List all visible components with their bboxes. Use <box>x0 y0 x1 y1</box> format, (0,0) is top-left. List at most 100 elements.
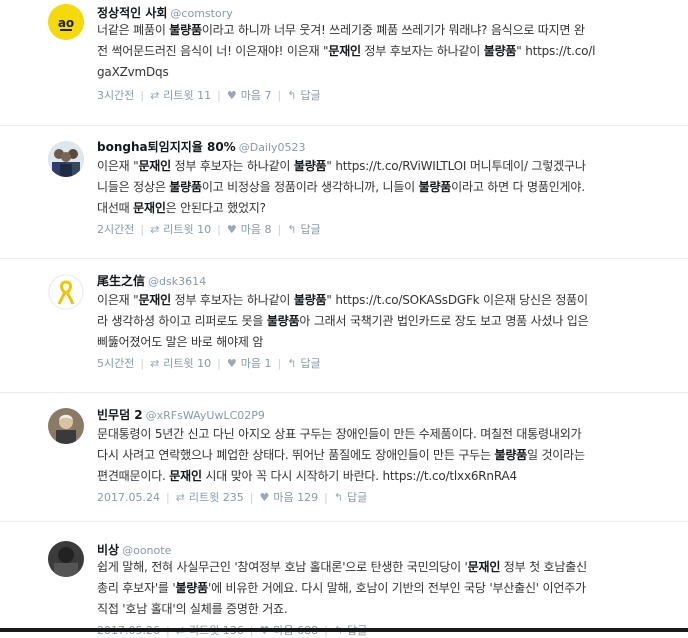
tweet-text-line: 니들은 정상은 불량품이고 비정상을 정품이라 생각하니까, 니들이 불량품이라… <box>97 177 672 198</box>
highlight-keyword: 불량품 <box>483 44 517 58</box>
text-segment: 이라고 하면 다 명품인게야. <box>451 180 585 194</box>
author-handle[interactable]: @Daily0523 <box>239 141 306 154</box>
reply-icon: ↰ <box>287 223 297 236</box>
action-separator: | <box>217 357 221 370</box>
text-segment: 라 생각하셩 하이고 리퍼로도 못을 <box>97 314 267 328</box>
tweet-text-line: 직접 '호남 홀대'의 실체를 증명한 거죠. <box>97 599 672 620</box>
tweet-text-line: 이은재 "문재인 정부 후보자는 하나같이 불량품" https://t.co/… <box>97 156 672 177</box>
reply-button-label: 답글 <box>300 89 321 102</box>
timestamp[interactable]: 3시간전 <box>97 87 134 103</box>
retweet-button[interactable]: ⇄ 리트윗 235 <box>176 489 244 505</box>
action-separator: | <box>165 491 170 504</box>
text-segment: gaXZvmDqs <box>97 65 169 79</box>
highlight-keyword: 불량품 <box>494 448 528 462</box>
like-button[interactable]: ♥ 마음 129 <box>260 489 319 505</box>
like-button-label: 마음 1 <box>240 357 272 370</box>
text-segment: 다시 사려고 연락했으나 폐업한 상태다. 뛰어난 품질에도 장애인들이 만든 … <box>97 448 495 462</box>
reply-button-label: 답글 <box>300 223 321 236</box>
reply-button[interactable]: ↰답글 <box>334 489 367 505</box>
tweet-header: 尾生之信 @dsk3614 <box>97 272 206 289</box>
tweet-actions: 2017.05.24 | ⇄ 리트윗 235 | ♥ 마음 129 | ↰ 답글 <box>97 489 367 505</box>
retweet-icon: ⇄ <box>175 491 185 504</box>
text-segment: 정부 첫 호남출신 <box>500 560 587 574</box>
text-segment: " https://t.co/l <box>516 44 596 58</box>
tweet-text: 이은재 "문재인 정부 후보자는 하나같이 불량품" https://t.co/… <box>97 156 672 219</box>
heart-icon: ♥ <box>226 89 237 102</box>
tweet-divider <box>0 258 688 259</box>
tweet-actions: 3시간전 | ⇄ 리트윗 11 | ♥ 마음 7 | ↰ 답글 <box>97 87 321 103</box>
author-handle[interactable]: @comstory <box>170 7 232 20</box>
author-name[interactable]: 尾生之信 <box>97 274 145 288</box>
retweet-button[interactable]: ⇄ 리트윗 10 <box>150 355 211 371</box>
highlight-keyword: 문재인 <box>467 560 501 574</box>
action-separator: | <box>324 491 328 504</box>
heart-icon: ♥ <box>259 491 270 504</box>
text-segment: 정부 후보자는 하나같이 <box>171 293 294 307</box>
like-button[interactable]: ♥ 마음 7 <box>227 87 272 103</box>
avatar[interactable] <box>48 274 84 310</box>
action-separator: | <box>140 357 145 370</box>
author-name[interactable]: 정상적인 사회 <box>97 6 167 20</box>
tweet-text: 너같은 폐품이 불량품이라고 하니까 너무 웃겨! 쓰레기중 폐품 쓰레기가 뭐… <box>97 20 672 83</box>
retweet-button[interactable]: ⇄ 리트윗 10 <box>150 221 211 237</box>
timestamp[interactable]: 2017.05.24 <box>97 491 160 504</box>
author-handle[interactable]: @xRFsWAyUwLC02P9 <box>146 409 265 422</box>
text-segment: 정부 후보자는 하나같이 <box>360 44 484 58</box>
like-button[interactable]: ♥ 마음 1 <box>227 355 272 371</box>
highlight-keyword: 불량품 <box>418 180 452 194</box>
text-segment: " https://t.co/RViWILTLOI 머니투데이/ 그렇겠구나 <box>326 159 586 173</box>
tweet-text-line: 총리 후보자'를 '불량품'에 비유한 거에요. 다시 말해, 호남이 기반의 … <box>97 578 672 599</box>
svg-text:ao: ao <box>58 16 74 30</box>
author-handle[interactable]: @dsk3614 <box>148 275 206 288</box>
avatar[interactable] <box>48 408 84 444</box>
tweet-divider <box>0 392 688 393</box>
like-button-label: 마음 8 <box>240 223 272 236</box>
tweet-text-line: 다시 사려고 연락했으나 폐업한 상태다. 뛰어난 품질에도 장애인들이 만든 … <box>97 445 672 466</box>
timestamp[interactable]: 2시간전 <box>97 221 134 237</box>
retweet-button[interactable]: ⇄ 리트윗 11 <box>150 87 211 103</box>
retweet-button-label: 리트윗 10 <box>163 357 212 370</box>
avatar[interactable] <box>48 141 84 177</box>
text-segment: 직접 '호남 홀대'의 실체를 증명한 거죠. <box>97 602 288 616</box>
highlight-keyword: 불량품 <box>266 314 300 328</box>
retweet-button-label: 리트윗 11 <box>163 89 212 102</box>
reply-button-label: 답글 <box>300 357 321 370</box>
text-segment: 아 그래서 국책기관 법인카드로 장도 보고 명품 사셨나 입은 <box>299 314 589 328</box>
highlight-keyword: 문재인 <box>138 159 171 173</box>
author-name[interactable]: 비상 <box>97 543 119 557</box>
like-button[interactable]: ♥ 마음 8 <box>227 221 272 237</box>
reply-icon: ↰ <box>287 357 297 370</box>
author-name[interactable]: bongha퇴임지지율 80% <box>97 140 236 154</box>
tweet-text-line: 너같은 폐품이 불량품이라고 하니까 너무 웃겨! 쓰레기중 폐품 쓰레기가 뭐… <box>97 20 672 41</box>
text-segment: 정부 후보자는 하나같이 <box>171 159 294 173</box>
tweet-divider <box>0 125 688 126</box>
like-button-label: 마음 129 <box>273 491 319 504</box>
action-separator: | <box>277 357 282 370</box>
reply-button[interactable]: ↰답글 <box>287 221 320 237</box>
timestamp[interactable]: 5시간전 <box>97 355 134 371</box>
text-segment: 이은재 " <box>97 293 139 307</box>
highlight-keyword: 불량품 <box>169 180 202 194</box>
author-name[interactable]: 빈무덤 2 <box>97 408 143 422</box>
tweet-text-line: 전 썩어문드러진 음식이 너! 이은재야! 이은재 "문재인 정부 후보자는 하… <box>97 41 672 62</box>
action-separator: | <box>249 491 254 504</box>
heart-icon: ♥ <box>226 357 237 370</box>
text-segment: 삐뚫어졌어도 말은 바로 해야제 암 <box>97 335 264 349</box>
tweet-text-line: 편견때문이다. 문재인 시대 맞아 꼭 다시 시작하기 바란다. https:/… <box>97 466 672 487</box>
avatar[interactable] <box>48 541 84 577</box>
highlight-keyword: 불량품 <box>175 581 208 595</box>
tweet-text: 쉽게 말해, 전혀 사실무근인 '참여정부 호남 홀대론'으로 탄생한 국민의당… <box>97 557 672 620</box>
tweet-text-line: 문대통령이 5년간 신고 다닌 아지오 상표 구두는 장애인들이 만든 수제품이… <box>97 424 672 445</box>
reply-button[interactable]: ↰답글 <box>287 87 320 103</box>
highlight-keyword: 불량품 <box>169 23 202 37</box>
reply-button[interactable]: ↰답글 <box>287 355 320 371</box>
highlight-keyword: 문재인 <box>133 201 166 215</box>
avatar[interactable]: ao <box>48 4 84 40</box>
retweet-icon: ⇄ <box>150 89 160 102</box>
action-separator: | <box>140 223 145 236</box>
reply-icon: ↰ <box>333 491 344 504</box>
author-handle[interactable]: @oonote <box>122 544 171 557</box>
text-segment: 이은재 " <box>97 159 139 173</box>
tweet-text-line: 이은재 "문재인 정부 후보자는 하나같이 불량품" https://t.co/… <box>97 290 672 311</box>
highlight-keyword: 문재인 <box>169 469 202 483</box>
